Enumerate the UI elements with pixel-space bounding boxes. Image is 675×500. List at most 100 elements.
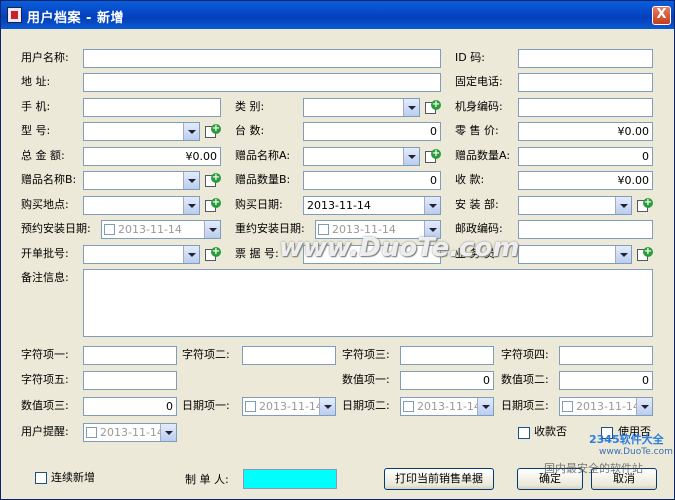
quantity-input[interactable]: 0 [303, 122, 441, 141]
num3-input[interactable]: 0 [83, 397, 177, 416]
checkbox-icon[interactable] [245, 401, 256, 412]
add-category-button[interactable]: + [424, 99, 441, 116]
chevron-down-icon[interactable] [615, 197, 631, 214]
retail-price-input[interactable]: ¥0.00 [518, 122, 653, 141]
reminder-picker[interactable]: 2013-11-14 [83, 423, 177, 442]
user-name-label: 用户名称: [21, 51, 69, 64]
str5-input[interactable] [83, 371, 177, 390]
str4-label: 字符项四: [501, 348, 549, 361]
site-url-watermark: www.DuoTe.com [599, 447, 673, 457]
add-salesperson-button[interactable]: + [636, 246, 653, 263]
remarks-textarea[interactable] [83, 269, 653, 337]
category-label: 类 别: [235, 100, 265, 113]
chevron-down-icon[interactable] [160, 424, 176, 441]
quantity-label: 台 数: [235, 124, 265, 137]
date2-value: 2013-11-14 [417, 400, 481, 413]
order-batch-label: 开单批号: [21, 247, 69, 260]
maker-input[interactable] [243, 469, 337, 489]
purchase-date-picker[interactable]: 2013-11-14 [303, 196, 441, 215]
purchase-place-label: 购买地点: [21, 198, 69, 211]
str1-input[interactable] [83, 346, 177, 365]
gift-name-b-label: 赠品名称B: [21, 173, 77, 186]
reminder-label: 用户提醒: [21, 425, 69, 438]
preinstall-date-label: 预约安装日期: [21, 222, 91, 235]
site-2345-logo: 2345软件大全 [589, 433, 664, 446]
num1-label: 数值项一: [342, 373, 390, 386]
id-code-label: ID 码: [455, 51, 485, 64]
chevron-down-icon[interactable] [319, 398, 335, 415]
gift-qty-b-label: 赠品数量B: [235, 173, 291, 186]
order-batch-select[interactable] [83, 245, 200, 264]
date1-picker[interactable]: 2013-11-14 [242, 397, 336, 416]
mobile-label: 手 机: [21, 100, 51, 113]
str3-input[interactable] [400, 346, 494, 365]
category-select[interactable] [303, 98, 420, 117]
received-input[interactable]: ¥0.00 [518, 171, 653, 190]
ticket-no-label: 票 据 号: [235, 247, 279, 260]
chevron-down-icon[interactable] [636, 398, 652, 415]
machine-code-input[interactable] [518, 98, 653, 117]
purchase-date-value: 2013-11-14 [307, 199, 371, 212]
chevron-down-icon[interactable] [183, 123, 199, 140]
chevron-down-icon[interactable] [424, 197, 440, 214]
add-place-button[interactable]: + [204, 197, 221, 214]
chevron-down-icon[interactable] [403, 99, 419, 116]
title-bar[interactable]: 用户档案 - 新增 X [1, 1, 674, 29]
num2-label: 数值项二: [501, 373, 549, 386]
num1-input[interactable]: 0 [400, 371, 494, 390]
retail-price-label: 零 售 价: [455, 124, 499, 137]
chevron-down-icon[interactable] [615, 246, 631, 263]
user-name-input[interactable] [83, 49, 441, 68]
postal-code-input[interactable] [518, 220, 653, 239]
close-button[interactable]: X [652, 6, 671, 25]
checkbox-icon[interactable] [86, 427, 97, 438]
salesperson-select[interactable] [518, 245, 632, 264]
add-dept-button[interactable]: + [636, 197, 653, 214]
dialog-window: 用户档案 - 新增 X 用户名称: ID 码: 地 址: 固定电话: 手 机: … [0, 0, 675, 500]
checkbox-icon[interactable] [562, 401, 573, 412]
id-code-input[interactable] [518, 49, 653, 68]
gift-qty-a-input[interactable]: 0 [518, 147, 653, 166]
total-amount-label: 总 金 额: [21, 149, 65, 162]
checkbox-icon[interactable] [403, 401, 414, 412]
num2-input[interactable]: 0 [559, 371, 653, 390]
chevron-down-icon[interactable] [477, 398, 493, 415]
purchase-place-select[interactable] [83, 196, 200, 215]
gift-qty-b-input[interactable]: 0 [303, 171, 441, 190]
phone-input[interactable] [518, 73, 653, 92]
total-amount-input[interactable]: ¥0.00 [83, 147, 221, 166]
continuous-add-checkbox[interactable] [35, 472, 47, 484]
gift-name-a-select[interactable] [303, 147, 420, 166]
gift-name-a-label: 赠品名称A: [235, 149, 291, 162]
model-select[interactable] [83, 122, 200, 141]
add-batch-button[interactable]: + [204, 246, 221, 263]
date3-picker[interactable]: 2013-11-14 [559, 397, 653, 416]
str2-input[interactable] [242, 346, 336, 365]
mobile-input[interactable] [83, 98, 221, 117]
paid-checkbox[interactable] [518, 427, 530, 439]
preinstall-date-picker[interactable]: 2013-11-14 [101, 220, 221, 239]
window-title: 用户档案 - 新增 [27, 11, 124, 26]
chevron-down-icon[interactable] [204, 221, 220, 238]
gift-name-b-select[interactable] [83, 171, 200, 190]
date1-label: 日期项一: [182, 399, 230, 412]
add-gift-b-button[interactable]: + [204, 172, 221, 189]
add-gift-a-button[interactable]: + [424, 148, 441, 165]
add-model-button[interactable]: + [204, 123, 221, 140]
paid-label: 收款否 [534, 425, 567, 438]
date2-picker[interactable]: 2013-11-14 [400, 397, 494, 416]
chevron-down-icon[interactable] [403, 148, 419, 165]
address-input[interactable] [83, 73, 441, 92]
chevron-down-icon[interactable] [183, 197, 199, 214]
site-slogan-watermark: 国内最安全的软件站 [544, 462, 643, 475]
print-sales-slip-button[interactable]: 打印当前销售单据 [384, 468, 494, 490]
chevron-down-icon[interactable] [183, 172, 199, 189]
remarks-label: 备注信息: [21, 271, 69, 284]
str4-input[interactable] [559, 346, 653, 365]
install-dept-select[interactable] [518, 196, 632, 215]
str1-label: 字符项一: [21, 348, 69, 361]
continuous-add-label: 连续新增 [51, 471, 95, 484]
chevron-down-icon[interactable] [183, 246, 199, 263]
checkbox-icon[interactable] [104, 224, 115, 235]
reminder-value: 2013-11-14 [100, 426, 164, 439]
